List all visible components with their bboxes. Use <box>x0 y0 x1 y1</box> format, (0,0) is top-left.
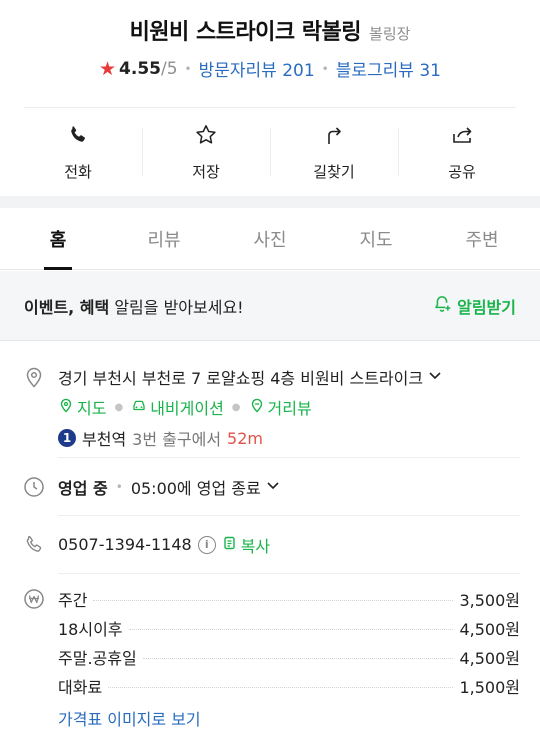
price-row: 주간 3,500원 18시이후 4,500원 주말.공휴일 4,500원 대화료… <box>22 574 520 730</box>
streetview-icon <box>249 397 265 417</box>
address-text: 경기 부천시 부천로 7 로얄쇼핑 4층 비원비 스트라이크 <box>58 369 424 388</box>
phone-outline-icon <box>22 533 46 557</box>
event-text: 알림을 받아보세요! <box>109 297 244 317</box>
price-leader <box>93 600 454 601</box>
place-category: 볼링장 <box>369 25 411 43</box>
tab-photos[interactable]: 사진 <box>217 208 323 269</box>
address-toggle[interactable]: 경기 부천시 부천로 7 로얄쇼핑 4층 비원비 스트라이크 <box>58 365 443 389</box>
star-icon: ★ <box>98 57 117 80</box>
place-header: 비원비 스트라이크 락볼링 볼링장 ★ 4.55 /5 • 방문자리뷰 201 … <box>0 0 540 107</box>
tab-home[interactable]: 홈 <box>5 208 111 269</box>
event-banner: 이벤트, 혜택 알림을 받아보세요! 알림받기 <box>0 271 540 341</box>
price-value: 4,500원 <box>459 619 520 639</box>
subway-distance: 52m <box>227 428 263 448</box>
rating-value: 4.55 <box>119 58 161 79</box>
chevron-down-icon <box>427 367 443 387</box>
star-outline-icon <box>194 123 218 151</box>
subway-info: 1 부천역 3번 출구에서 52m <box>58 426 443 450</box>
price-name: 18시이후 <box>58 619 123 639</box>
visitor-reviews-link[interactable]: 방문자리뷰 201 <box>199 56 315 81</box>
directions-icon <box>322 123 346 151</box>
address-links: 지도 ● 내비게이션 ● 거리뷰 <box>58 395 443 419</box>
directions-label: 길찾기 <box>313 162 355 181</box>
blog-reviews-link[interactable]: 블로그리뷰 31 <box>336 56 441 81</box>
action-bar: 전화 저장 길찾기 공유 <box>14 108 526 196</box>
save-label: 저장 <box>192 162 220 181</box>
chevron-down-icon <box>265 477 281 497</box>
call-label: 전화 <box>64 162 92 181</box>
separator-dot: ● <box>114 401 124 413</box>
price-leader <box>142 658 454 659</box>
separator-dot: ● <box>231 401 241 413</box>
separator-dot: • <box>184 61 192 76</box>
event-bold: 이벤트, 혜택 <box>24 297 110 317</box>
directions-button[interactable]: 길찾기 <box>270 108 398 196</box>
won-icon <box>22 587 46 611</box>
bell-plus-icon <box>432 294 452 318</box>
notify-button[interactable]: 알림받기 <box>432 294 516 318</box>
price-name: 주말.공휴일 <box>58 648 137 668</box>
price-value: 4,500원 <box>459 648 520 668</box>
clock-icon <box>22 475 46 499</box>
phone-row: 0507-1394-1148 i 복사 <box>22 516 520 573</box>
rating-row: ★ 4.55 /5 • 방문자리뷰 201 • 블로그리뷰 31 <box>0 56 540 82</box>
navigation-link[interactable]: 내비게이션 <box>131 395 224 419</box>
tab-reviews[interactable]: 리뷰 <box>111 208 217 269</box>
share-label: 공유 <box>448 162 476 181</box>
map-link-label: 지도 <box>77 399 107 418</box>
price-item: 주말.공휴일 4,500원 <box>58 642 520 671</box>
rating-max: /5 <box>160 58 178 79</box>
subway-exit: 3번 출구에서 <box>132 430 222 449</box>
place-info: 경기 부천시 부천로 7 로얄쇼핑 4층 비원비 스트라이크 지도 ● 내비게이… <box>22 352 520 730</box>
location-pin-icon <box>22 365 46 389</box>
price-leader <box>108 687 454 688</box>
streetview-link[interactable]: 거리뷰 <box>249 395 312 419</box>
place-name: 비원비 스트라이크 락볼링 <box>129 20 362 45</box>
copy-label: 복사 <box>240 536 271 556</box>
notify-label: 알림받기 <box>457 297 516 317</box>
subway-line-badge: 1 <box>58 429 76 447</box>
price-value: 3,500원 <box>459 590 520 610</box>
navigation-link-label: 내비게이션 <box>150 399 224 418</box>
price-list: 주간 3,500원 18시이후 4,500원 주말.공휴일 4,500원 대화료… <box>58 584 520 730</box>
save-button[interactable]: 저장 <box>142 108 270 196</box>
address-row: 경기 부천시 부천로 7 로얄쇼핑 4층 비원비 스트라이크 지도 ● 내비게이… <box>22 352 520 457</box>
price-item: 주간 3,500원 <box>58 584 520 613</box>
tab-bar: 홈 리뷰 사진 지도 주변 <box>0 208 540 270</box>
hours-row[interactable]: 영업 중 • 05:00에 영업 종료 <box>22 458 520 515</box>
copy-button[interactable]: 복사 <box>222 533 270 557</box>
tab-map[interactable]: 지도 <box>323 208 429 269</box>
map-pin-icon <box>58 397 74 417</box>
car-icon <box>131 397 147 417</box>
streetview-link-label: 거리뷰 <box>267 399 312 418</box>
price-leader <box>128 629 454 630</box>
price-value: 1,500원 <box>459 677 520 697</box>
price-name: 주간 <box>58 590 88 610</box>
price-item: 18시이후 4,500원 <box>58 613 520 642</box>
copy-icon <box>222 535 238 555</box>
separator-dot: • <box>321 61 329 76</box>
hours-content: 영업 중 • 05:00에 영업 종료 <box>58 475 281 499</box>
price-name: 대화료 <box>58 677 103 697</box>
map-link[interactable]: 지도 <box>58 395 106 419</box>
price-item: 대화료 1,500원 <box>58 671 520 700</box>
event-message: 이벤트, 혜택 알림을 받아보세요! <box>24 294 244 318</box>
price-image-link[interactable]: 가격표 이미지로 보기 <box>58 706 520 730</box>
call-button[interactable]: 전화 <box>14 108 142 196</box>
share-icon <box>450 123 474 151</box>
phone-content: 0507-1394-1148 i 복사 <box>58 533 270 557</box>
phone-icon <box>66 123 90 151</box>
phone-number[interactable]: 0507-1394-1148 <box>58 535 192 554</box>
section-gap <box>0 196 540 208</box>
info-icon[interactable]: i <box>197 535 216 554</box>
separator-dot: • <box>115 479 123 494</box>
tab-nearby[interactable]: 주변 <box>429 208 535 269</box>
share-button[interactable]: 공유 <box>398 108 526 196</box>
hours-status: 영업 중 <box>58 478 108 498</box>
subway-station: 부천역 <box>82 430 127 449</box>
title-row: 비원비 스트라이크 락볼링 볼링장 <box>0 14 540 46</box>
hours-detail: 05:00에 영업 종료 <box>130 478 261 498</box>
